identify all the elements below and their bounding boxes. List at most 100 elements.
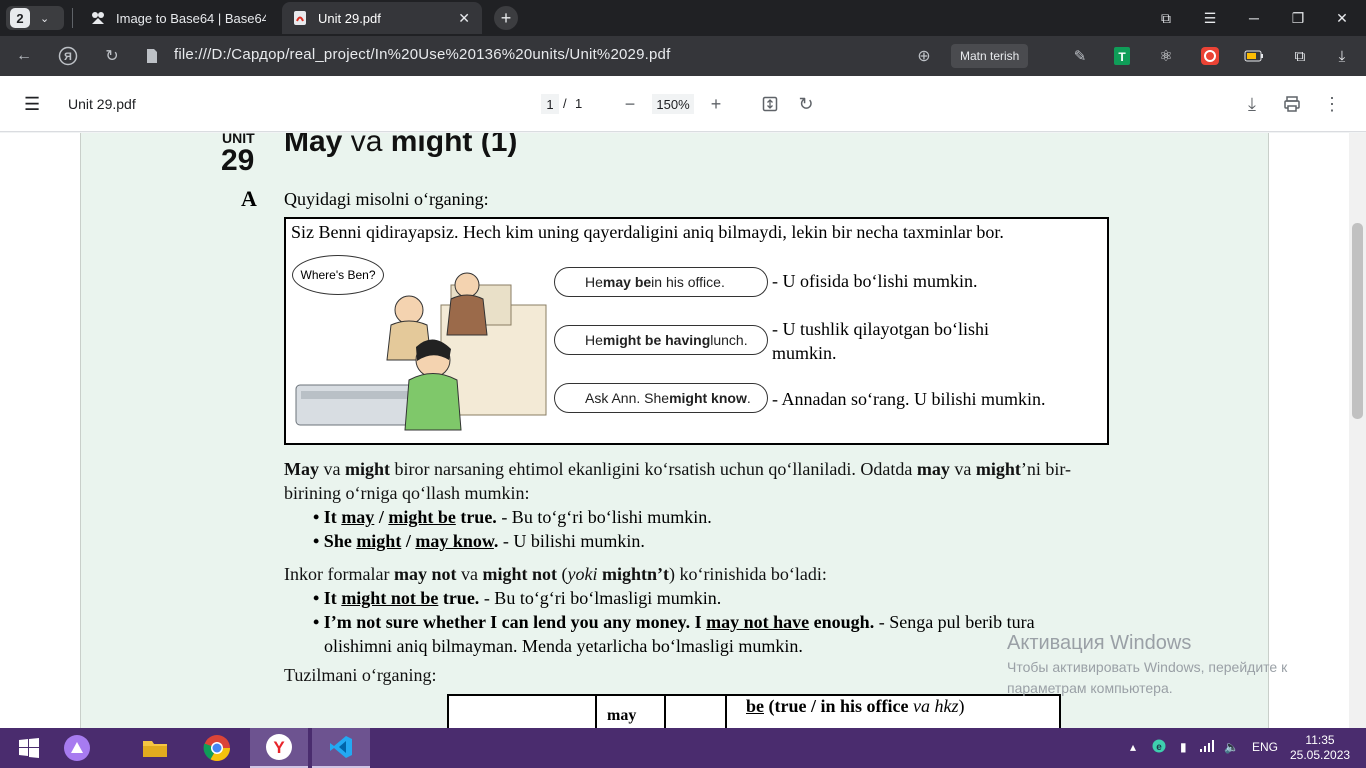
- text-run: true.: [438, 588, 480, 608]
- translation: - Bu to‘g‘ri bo‘lishi mumkin.: [496, 507, 712, 527]
- text-run: ) ko‘rinishida bo‘ladi:: [668, 564, 827, 584]
- base64-icon: [90, 10, 106, 26]
- bold-term: might not: [482, 564, 557, 584]
- file-icon: [140, 44, 164, 68]
- extensions-puzzle-icon[interactable]: ⧉: [1288, 44, 1312, 68]
- more-options-icon[interactable]: ⋮: [1320, 92, 1344, 116]
- vscode-icon[interactable]: [312, 728, 370, 768]
- reload-icon[interactable]: ↻: [100, 44, 124, 68]
- zoom-in-icon[interactable]: +: [704, 92, 728, 116]
- restore-icon[interactable]: ❐: [1276, 0, 1320, 36]
- example-item: • She might / may know. - U bilishi mumk…: [313, 529, 645, 553]
- alice-assistant-icon[interactable]: [48, 728, 106, 768]
- zoom-lens-icon[interactable]: ⊕: [912, 44, 936, 68]
- download-icon[interactable]: ⤓: [1330, 44, 1354, 68]
- pen-extension-icon[interactable]: ✎: [1068, 44, 1092, 68]
- bubble-text: lunch.: [710, 332, 748, 348]
- tab-base64[interactable]: Image to Base64 | Base64 E: [80, 2, 280, 34]
- underlined-term: be: [746, 696, 764, 716]
- windows-activation-subtitle: Чтобы активировать Windows, перейдите к …: [1007, 659, 1288, 696]
- edge-tray-icon[interactable]: e: [1152, 738, 1166, 757]
- fit-page-icon[interactable]: [758, 92, 782, 116]
- page-number-input[interactable]: 1: [541, 94, 559, 114]
- url-field[interactable]: file:///D:/Сардор/real_project/In%20Use%…: [174, 46, 670, 63]
- pdf-file-name: Unit 29.pdf: [68, 96, 136, 112]
- bubble-text: in his office.: [651, 274, 725, 290]
- tab-counter-button[interactable]: 2 ⌄: [6, 6, 64, 30]
- pdf-icon: [292, 10, 308, 26]
- bubble-text: Ask Ann. She: [585, 390, 670, 406]
- file-explorer-icon[interactable]: [126, 728, 184, 768]
- underlined-term: may: [341, 507, 375, 527]
- battery-icon[interactable]: ▮: [1180, 740, 1187, 754]
- close-window-icon[interactable]: ✕: [1320, 0, 1364, 36]
- hamburger-menu-icon[interactable]: ☰: [24, 94, 40, 115]
- tab-unit-29-pdf[interactable]: Unit 29.pdf ✕: [282, 2, 482, 34]
- text-run: (true / in his office: [764, 696, 913, 716]
- collections-icon[interactable]: ⧉: [1144, 0, 1188, 36]
- volume-icon[interactable]: 🔈: [1224, 740, 1239, 754]
- text-run: • It: [313, 588, 342, 608]
- svg-text:T: T: [1118, 50, 1126, 64]
- windows-taskbar: Y ▴ e ▮ 🔈 ENG 11:35 25.05.2023: [0, 728, 1366, 768]
- vertical-scrollbar[interactable]: [1349, 133, 1366, 728]
- tab-title: Unit 29.pdf: [318, 10, 381, 26]
- tab-separator: [72, 8, 73, 28]
- text-run: /: [374, 507, 389, 527]
- network-icon[interactable]: [1200, 740, 1214, 755]
- input-language[interactable]: ENG: [1252, 740, 1278, 754]
- italic-term: yoki: [567, 564, 598, 584]
- structure-heading: Tuzilmani o‘rganing:: [284, 665, 437, 685]
- chrome-icon[interactable]: [188, 728, 246, 768]
- minimize-icon[interactable]: ─: [1232, 0, 1276, 36]
- negative-forms-paragraph: Inkor formalar may not va might not (yok…: [284, 562, 827, 586]
- bubble-bold: might know: [669, 390, 747, 406]
- print-icon[interactable]: [1280, 92, 1304, 116]
- bubble-bold: may be: [602, 274, 652, 290]
- text-run: biror narsaning ehtimol ekanligini ko‘rs…: [390, 459, 917, 479]
- underlined-term: may not have: [706, 612, 810, 632]
- bubble-text: .: [746, 390, 751, 406]
- download-icon[interactable]: ⤓: [1240, 92, 1264, 116]
- spreadsheet-extension-icon[interactable]: T: [1110, 44, 1134, 68]
- close-tab-icon[interactable]: ✕: [458, 10, 470, 27]
- svg-text:Я: Я: [64, 51, 72, 63]
- bold-term: May: [284, 459, 319, 479]
- underlined-term: may know: [415, 531, 494, 551]
- intro-text: Quyidagi misolni o‘rganing:: [284, 189, 489, 209]
- underlined-term: might not be: [341, 588, 439, 608]
- red-circle-extension-icon[interactable]: [1198, 44, 1222, 68]
- translation: - U bilishi mumkin.: [498, 531, 645, 551]
- text-run: • She: [313, 531, 357, 551]
- explanation-paragraph: May va might biror narsaning ehtimol eka…: [284, 457, 1124, 505]
- translate-button[interactable]: Matn terish: [951, 44, 1029, 68]
- tray-overflow-icon[interactable]: ▴: [1130, 740, 1136, 754]
- new-tab-button[interactable]: +: [494, 6, 518, 30]
- title-might: might (1): [390, 133, 518, 158]
- yandex-icon[interactable]: Я: [56, 44, 80, 68]
- text-run: enough.: [809, 612, 875, 632]
- zoom-level-input[interactable]: 150%: [652, 94, 694, 114]
- bubble-text: He: [585, 332, 603, 348]
- back-arrow-icon[interactable]: ←: [12, 44, 36, 68]
- svg-text:e: e: [1156, 742, 1162, 753]
- react-devtools-icon[interactable]: ⚛: [1154, 44, 1178, 68]
- speech-bubble-wheres-ben: Where's Ben?: [292, 255, 384, 295]
- zoom-out-icon[interactable]: −: [618, 92, 642, 116]
- page-title: May va might (1): [284, 133, 517, 159]
- text-run: true.: [455, 507, 497, 527]
- table-divider: [725, 696, 727, 728]
- text-run: /: [401, 531, 416, 551]
- battery-extension-icon[interactable]: [1242, 44, 1266, 68]
- scrollbar-thumb[interactable]: [1352, 223, 1363, 419]
- rotate-icon[interactable]: ↻: [794, 92, 818, 116]
- text-run: va: [319, 459, 345, 479]
- menu-icon[interactable]: ☰: [1188, 0, 1232, 36]
- table-cell-may: may: [607, 707, 637, 724]
- yandex-browser-icon[interactable]: Y: [250, 728, 308, 768]
- translation-line: - Annadan so‘rang. U bilishi mumkin.: [772, 389, 1046, 409]
- translation: - Senga pul berib tura: [874, 612, 1035, 632]
- bubble-text: He: [585, 274, 603, 290]
- system-clock[interactable]: 11:35 25.05.2023: [1290, 733, 1350, 763]
- example-item: • It may / might be true. - Bu to‘g‘ri b…: [313, 505, 712, 529]
